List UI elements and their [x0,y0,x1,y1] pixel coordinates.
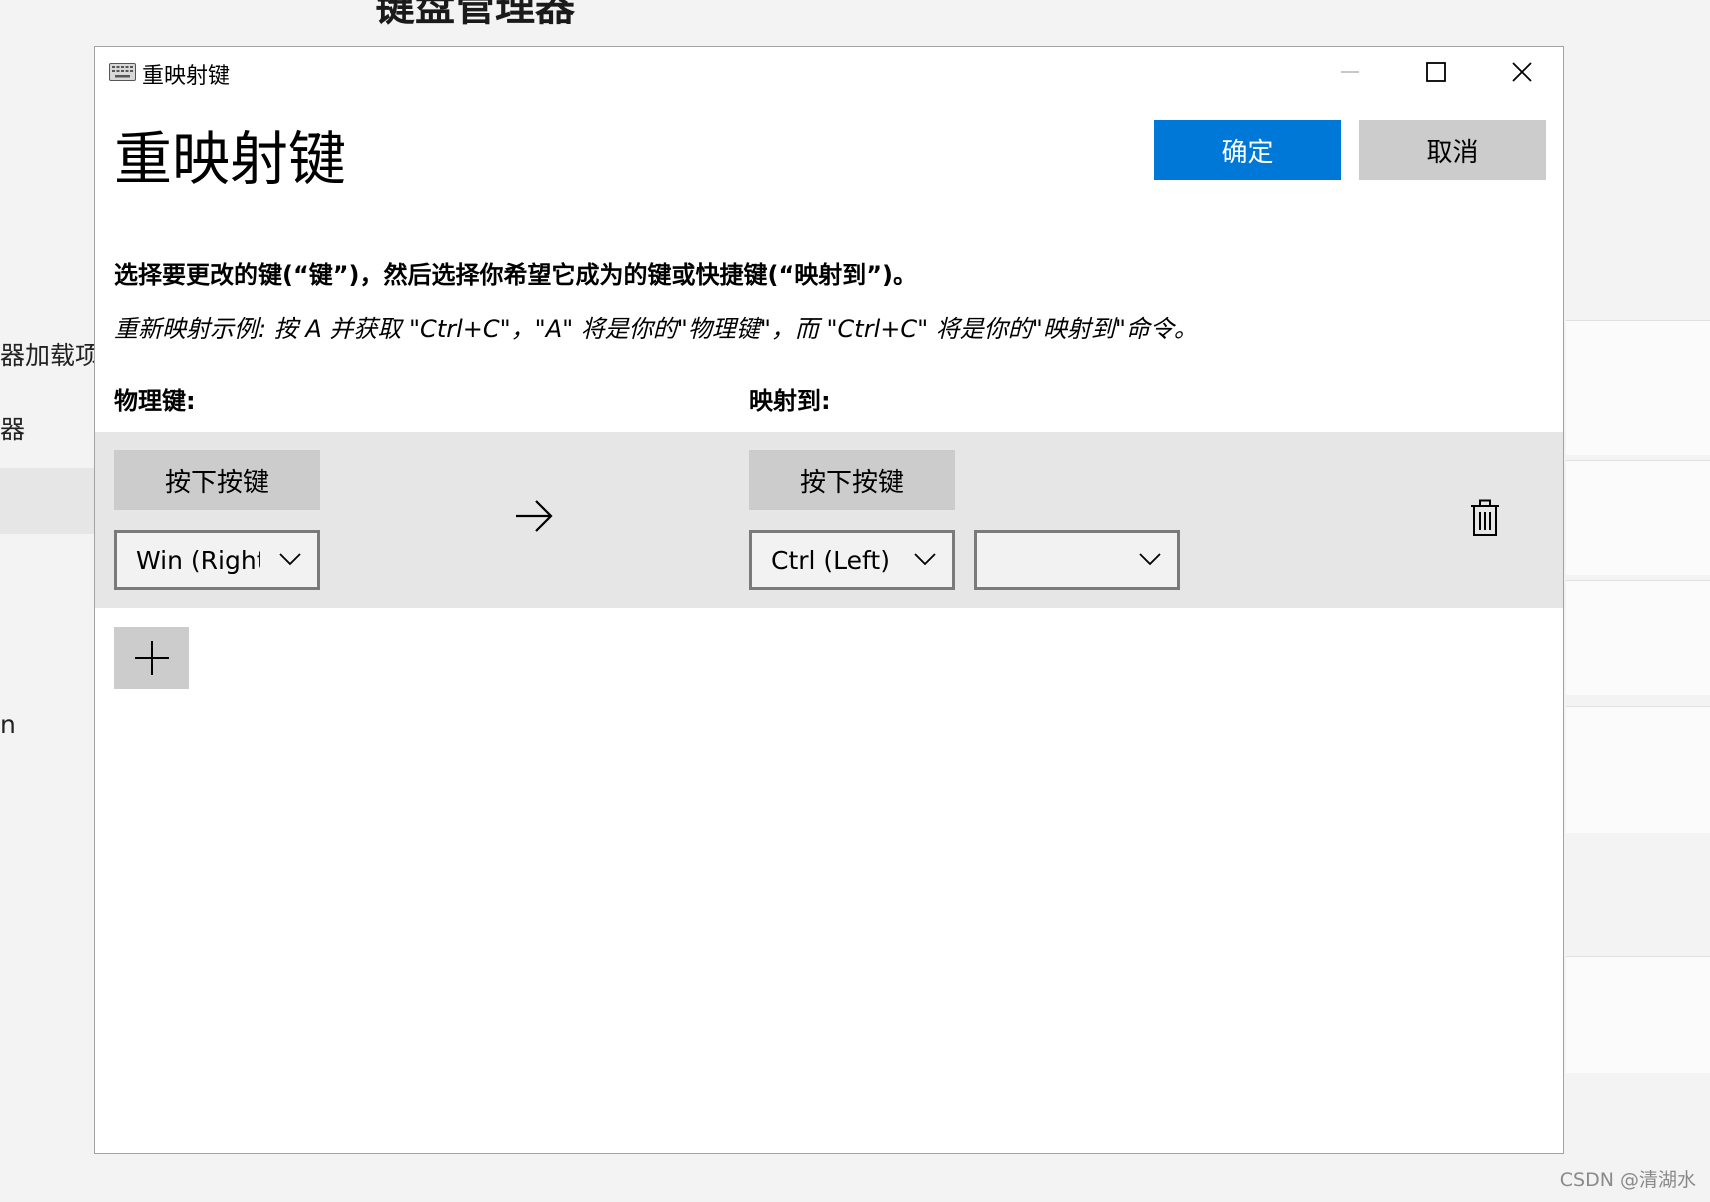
background-settings-cards [1566,320,1710,1073]
physical-key-dropdown[interactable]: Win (Right) [114,530,320,590]
maximize-button[interactable] [1393,47,1479,97]
trash-icon[interactable] [1469,499,1501,537]
physical-press-key-button[interactable]: 按下按键 [114,450,320,510]
close-button[interactable] [1479,47,1565,97]
background-page-title: 键盘管理器 [375,0,575,30]
cancel-button[interactable]: 取消 [1359,120,1546,180]
mapped-key-value-1: Ctrl (Left) [771,545,890,575]
physical-key-header: 物理键: [114,387,196,415]
mapped-to-header: 映射到: [749,387,831,415]
watermark: CSDN @清湖水 [1559,1169,1696,1191]
close-icon [1512,62,1532,82]
ok-button[interactable]: 确定 [1154,120,1341,180]
background-nav-selected [0,468,95,534]
add-mapping-button[interactable] [114,627,189,689]
minimize-icon [1341,71,1359,73]
example-text: 重新映射示例: 按 A 并获取 "Ctrl+C"，"A" 将是你的"物理键"，而… [114,315,1198,343]
plus-icon [134,641,169,675]
dialog-heading: 重映射键 [114,125,347,193]
background-nav-item[interactable]: 器 [0,410,25,446]
mapped-key-dropdown-2[interactable] [974,530,1180,590]
chevron-down-icon [279,553,301,566]
minimize-button[interactable] [1307,47,1393,97]
title-bar[interactable]: 重映射键 [95,47,1563,97]
chevron-down-icon [914,553,936,566]
physical-key-value: Win (Right) [136,545,260,575]
keyboard-icon [109,63,136,81]
arrow-right-icon [516,500,553,532]
maximize-icon [1426,62,1446,82]
mapped-press-key-button[interactable]: 按下按键 [749,450,955,510]
background-card [1566,956,1710,1073]
background-card [1566,706,1710,833]
instruction-text: 选择要更改的键(“键”)，然后选择你希望它成为的键或快捷键(“映射到”)。 [114,261,917,289]
window-title: 重映射键 [142,64,231,89]
background-card [1566,460,1710,575]
mapping-row: 按下按键 Win (Right) 按下按键 Ctrl (Left) [95,432,1563,608]
background-card [1566,580,1710,695]
background-nav-item[interactable]: 器加载项 [0,336,100,372]
mapped-key-dropdown-1[interactable]: Ctrl (Left) [749,530,955,590]
background-nav-item[interactable]: n [0,710,16,739]
chevron-down-icon [1139,553,1161,566]
background-card [1566,320,1710,455]
remap-keys-dialog: 重映射键 重映射键 确定 取消 选择要更改的键(“键”)，然后选择你希望它成为的… [94,46,1564,1154]
